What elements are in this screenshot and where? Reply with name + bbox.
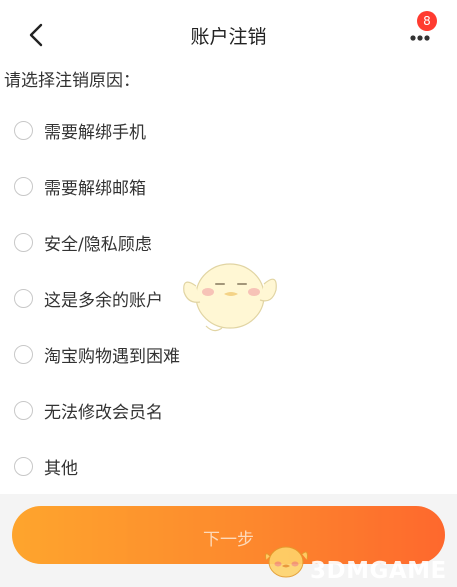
notification-badge: 8	[417, 11, 437, 31]
reason-option[interactable]: 需要解绑手机	[14, 112, 394, 152]
radio-button[interactable]	[14, 401, 33, 420]
reason-option[interactable]: 淘宝购物遇到困难	[14, 336, 394, 376]
page-title: 账户注销	[190, 26, 267, 48]
reason-option[interactable]: 无法修改会员名	[14, 392, 394, 432]
reason-label: 无法修改会员名	[44, 403, 163, 423]
mascot-watermark-icon	[183, 263, 277, 332]
reason-label: 这是多余的账户	[44, 291, 163, 311]
reason-label: 安全/隐私顾虑	[44, 235, 152, 255]
reason-label: 需要解绑手机	[44, 123, 146, 143]
top-nav-bar: 账户注销 8	[0, 0, 457, 66]
reason-prompt: 请选择注销原因：	[4, 71, 140, 91]
reason-option[interactable]: 需要解绑邮箱	[14, 168, 394, 208]
radio-button[interactable]	[14, 233, 33, 252]
radio-button[interactable]	[14, 121, 33, 140]
radio-button[interactable]	[14, 345, 33, 364]
watermark-text: 3DMGAME	[310, 558, 447, 584]
radio-button[interactable]	[14, 457, 33, 476]
reason-label: 淘宝购物遇到困难	[44, 347, 180, 367]
reason-option[interactable]: 其他	[14, 448, 394, 488]
reason-label: 其他	[44, 459, 78, 479]
reason-label: 需要解绑邮箱	[44, 179, 146, 199]
radio-button[interactable]	[14, 289, 33, 308]
radio-button[interactable]	[14, 177, 33, 196]
